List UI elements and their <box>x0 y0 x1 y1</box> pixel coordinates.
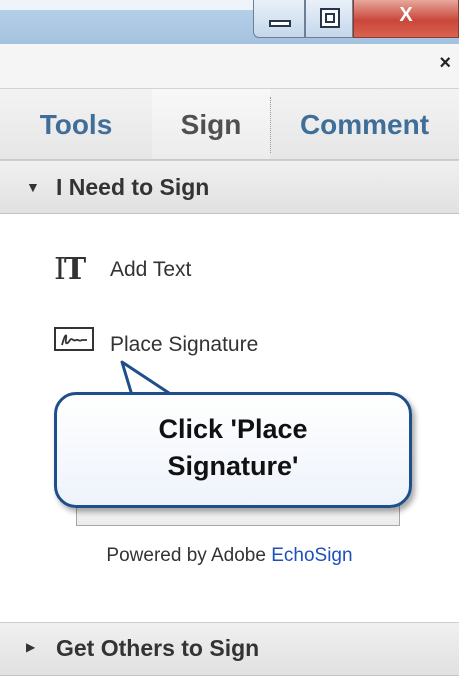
section-i-need-to-sign[interactable]: ▼ I Need to Sign <box>0 160 459 214</box>
collapsed-triangle-icon: ▶ <box>26 640 36 654</box>
tab-comment[interactable]: Comment <box>270 89 459 159</box>
maximize-button[interactable] <box>305 0 353 38</box>
place-signature-label: Place Signature <box>110 333 259 356</box>
window-close-button[interactable]: X <box>353 0 459 38</box>
window-controls: X <box>253 0 459 38</box>
callout-text: Click 'Place Signature' <box>57 411 409 485</box>
instruction-callout: Click 'Place Signature' <box>54 392 412 508</box>
minimize-icon <box>269 20 291 27</box>
section-get-others-to-sign[interactable]: ▶ Get Others to Sign <box>0 622 459 676</box>
minimize-button[interactable] <box>253 0 305 38</box>
add-text-label: Add Text <box>110 258 192 281</box>
maximize-icon <box>320 8 340 28</box>
section-label: I Need to Sign <box>56 174 210 200</box>
tab-tools[interactable]: Tools <box>0 89 152 159</box>
section-label: Get Others to Sign <box>56 635 260 661</box>
powered-by-text: Powered by Adobe EchoSign <box>0 545 459 567</box>
pane-close-icon[interactable]: × <box>439 52 451 75</box>
add-text-button[interactable]: IT Add Text <box>54 252 244 290</box>
panel-tabs: Tools Sign Comment <box>0 89 459 160</box>
echosign-link[interactable]: EchoSign <box>271 545 352 566</box>
tab-sign[interactable]: Sign <box>152 89 270 159</box>
signature-icon <box>54 327 94 351</box>
powered-by-prefix: Powered by Adobe <box>106 545 266 566</box>
callout-line-2: Signature' <box>167 451 299 481</box>
add-text-icon: IT <box>54 252 87 287</box>
callout-line-1: Click 'Place <box>158 414 308 444</box>
pane-header-strip: × <box>0 44 459 89</box>
close-icon: X <box>399 4 413 26</box>
window-titlebar: X <box>0 0 459 44</box>
expanded-triangle-icon: ▼ <box>26 179 40 195</box>
